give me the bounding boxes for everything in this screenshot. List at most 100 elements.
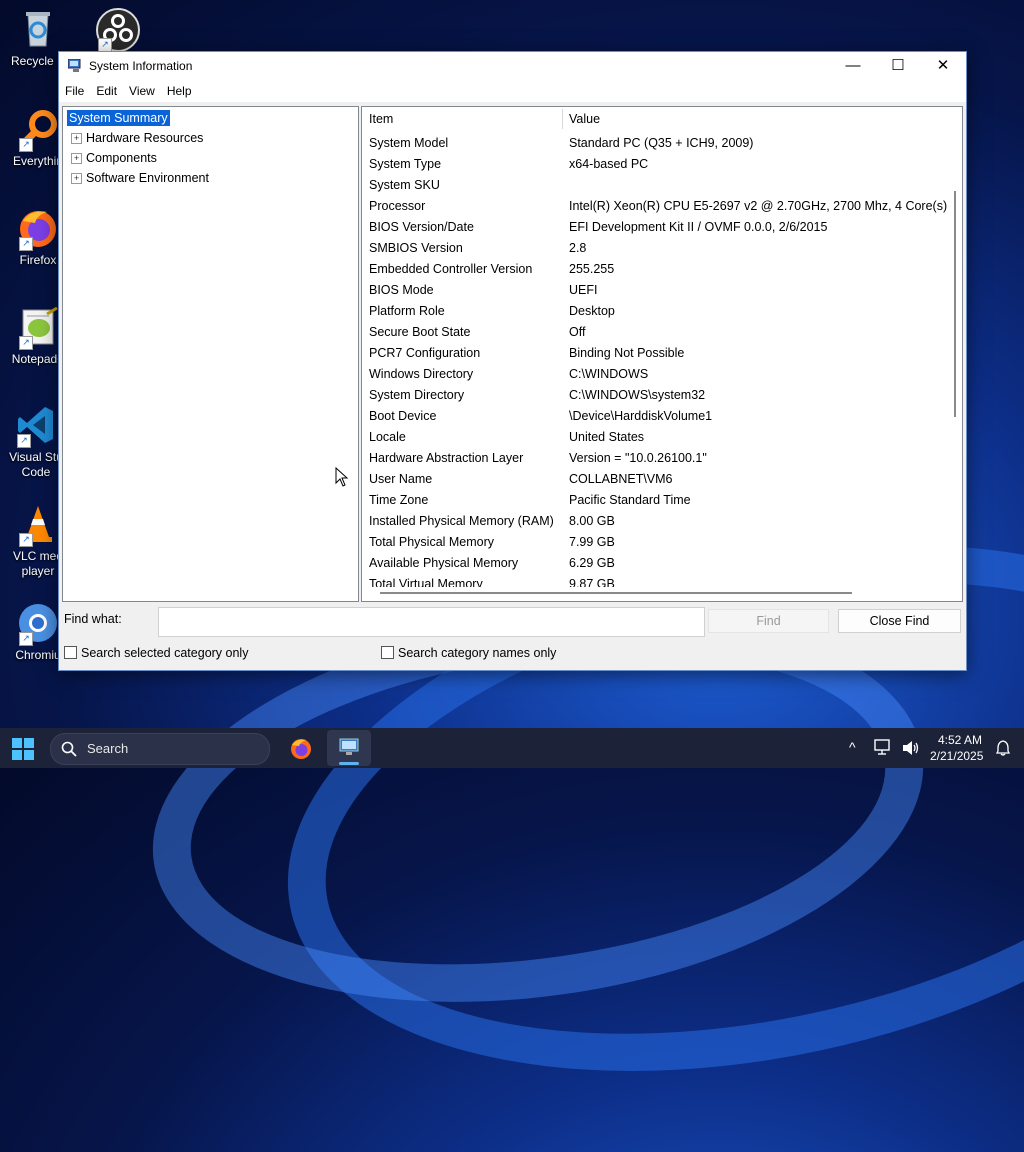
row-item: System Model [369, 136, 449, 150]
firefox-icon: ↗ [17, 207, 59, 251]
shortcut-arrow-icon: ↗ [19, 336, 33, 350]
table-row[interactable]: Hardware Abstraction Layer Version = "10.… [362, 448, 947, 469]
minimize-icon: — [845, 57, 861, 74]
row-item: Locale [369, 430, 406, 444]
horizontal-scrollbar[interactable] [362, 587, 948, 601]
recycle-bin-icon [17, 8, 59, 50]
row-value: EFI Development Kit II / OVMF 0.0.0, 2/6… [569, 220, 828, 234]
column-header-item[interactable]: Item [369, 107, 393, 131]
network-icon[interactable] [874, 739, 892, 756]
table-row[interactable]: PCR7 Configuration Binding Not Possible [362, 343, 947, 364]
table-row[interactable]: BIOS Version/Date EFI Development Kit II … [362, 217, 947, 238]
checkbox-icon [381, 646, 394, 659]
row-item: Available Physical Memory [369, 556, 519, 570]
table-row[interactable]: System Type x64-based PC [362, 154, 947, 175]
table-row[interactable]: User Name COLLABNET\VM6 [362, 469, 947, 490]
search-category-names-checkbox[interactable]: Search category names only [381, 646, 556, 660]
expand-icon[interactable]: + [71, 153, 82, 165]
table-row[interactable]: Locale United States [362, 427, 947, 448]
row-item: Boot Device [369, 409, 437, 423]
checkbox-label: Search selected category only [81, 646, 249, 660]
table-row[interactable]: System Model Standard PC (Q35 + ICH9, 200… [362, 133, 947, 154]
row-value: United States [569, 430, 645, 444]
title-bar[interactable]: System Information — ☐ ✕ [59, 52, 966, 80]
taskbar-firefox[interactable] [279, 730, 323, 766]
row-item: SMBIOS Version [369, 241, 463, 255]
shortcut-arrow-icon: ↗ [17, 434, 31, 448]
row-value: UEFI [569, 283, 598, 297]
table-row[interactable]: Platform Role Desktop [362, 301, 947, 322]
maximize-icon: ☐ [891, 57, 905, 74]
find-what-input[interactable] [158, 607, 705, 637]
table-row[interactable]: System Directory C:\WINDOWS\system32 [362, 385, 947, 406]
row-item: BIOS Version/Date [369, 220, 474, 234]
firefox-icon [291, 739, 311, 759]
row-value: 255.255 [569, 262, 615, 276]
row-value: 8.00 GB [569, 514, 615, 528]
table-row[interactable]: BIOS Mode UEFI [362, 280, 947, 301]
close-button[interactable]: ✕ [920, 52, 966, 80]
row-item: Processor [369, 199, 426, 213]
notepad-plus-plus-icon: ↗ [17, 306, 59, 350]
row-item: System Type [369, 157, 442, 171]
vertical-scroll-thumb[interactable] [954, 191, 956, 417]
details-table: Item Value System Model Standard PC (Q35 … [361, 106, 963, 602]
taskbar-system-information[interactable] [327, 730, 371, 766]
row-value: 7.99 GB [569, 535, 615, 549]
table-row[interactable]: Embedded Controller Version 255.255 [362, 259, 947, 280]
horizontal-scroll-thumb[interactable] [380, 592, 852, 594]
table-row[interactable]: Processor Intel(R) Xeon(R) CPU E5-2697 v2… [362, 196, 947, 217]
tree-item-hardware-resources[interactable]: + Hardware Resources [71, 129, 203, 147]
expand-icon[interactable]: + [71, 133, 82, 145]
tree-item-system-summary[interactable]: System Summary [66, 109, 171, 127]
table-row[interactable]: Time Zone Pacific Standard Time [362, 490, 947, 511]
notification-bell-icon[interactable] [996, 740, 1010, 756]
clock[interactable]: 4:52 AM 2/21/2025 [930, 732, 983, 764]
tree-item-label: Software Environment [86, 171, 209, 185]
row-value: x64-based PC [569, 157, 649, 171]
row-item: Total Physical Memory [369, 535, 495, 549]
close-find-button[interactable]: Close Find [838, 609, 961, 633]
menu-help[interactable]: Help [161, 80, 198, 102]
row-item: System SKU [369, 178, 440, 192]
shortcut-arrow-icon: ↗ [19, 237, 33, 251]
category-tree: System Summary + Hardware Resources + Comp… [62, 106, 359, 602]
row-value: C:\WINDOWS\system32 [569, 388, 706, 402]
minimize-button[interactable]: — [830, 52, 876, 80]
taskbar-search-box[interactable]: Search [50, 733, 270, 765]
active-app-indicator [339, 762, 359, 765]
find-button[interactable]: Find [708, 609, 829, 633]
table-row[interactable]: Available Physical Memory 6.29 GB [362, 553, 947, 574]
chromium-icon: ↗ [17, 602, 59, 646]
vertical-scrollbar[interactable] [948, 107, 962, 585]
expand-icon[interactable]: + [71, 173, 82, 185]
menu-view[interactable]: View [123, 80, 161, 102]
table-row[interactable]: Boot Device \Device\HarddiskVolume1 [362, 406, 947, 427]
menu-file[interactable]: File [59, 80, 90, 102]
row-value: C:\WINDOWS [569, 367, 649, 381]
shortcut-arrow-icon: ↗ [98, 38, 112, 52]
system-information-app-icon [68, 59, 81, 72]
row-value: Version = "10.0.26100.1" [569, 451, 707, 465]
table-row[interactable]: Installed Physical Memory (RAM) 8.00 GB [362, 511, 947, 532]
start-button[interactable] [12, 738, 34, 760]
table-row[interactable]: Secure Boot State Off [362, 322, 947, 343]
maximize-button[interactable]: ☐ [875, 52, 921, 80]
row-value: 6.29 GB [569, 556, 615, 570]
show-hidden-icons-chevron-icon[interactable]: ^ [849, 739, 856, 755]
table-row[interactable]: Windows Directory C:\WINDOWS [362, 364, 947, 385]
table-row[interactable]: System SKU [362, 175, 947, 196]
search-selected-category-checkbox[interactable]: Search selected category only [64, 646, 248, 660]
row-value: Intel(R) Xeon(R) CPU E5-2697 v2 @ 2.70GH… [569, 199, 947, 213]
volume-icon[interactable] [902, 740, 920, 756]
desktop-icon-obs[interactable]: ↗ [86, 8, 148, 54]
column-divider[interactable] [562, 109, 563, 129]
tree-item-components[interactable]: + Components [71, 149, 157, 167]
column-header-value[interactable]: Value [569, 107, 600, 131]
table-row[interactable]: Total Physical Memory 7.99 GB [362, 532, 947, 553]
search-icon [61, 741, 77, 757]
tree-item-software-environment[interactable]: + Software Environment [71, 169, 209, 187]
row-item: User Name [369, 472, 433, 486]
menu-edit[interactable]: Edit [90, 80, 123, 102]
table-row[interactable]: SMBIOS Version 2.8 [362, 238, 947, 259]
